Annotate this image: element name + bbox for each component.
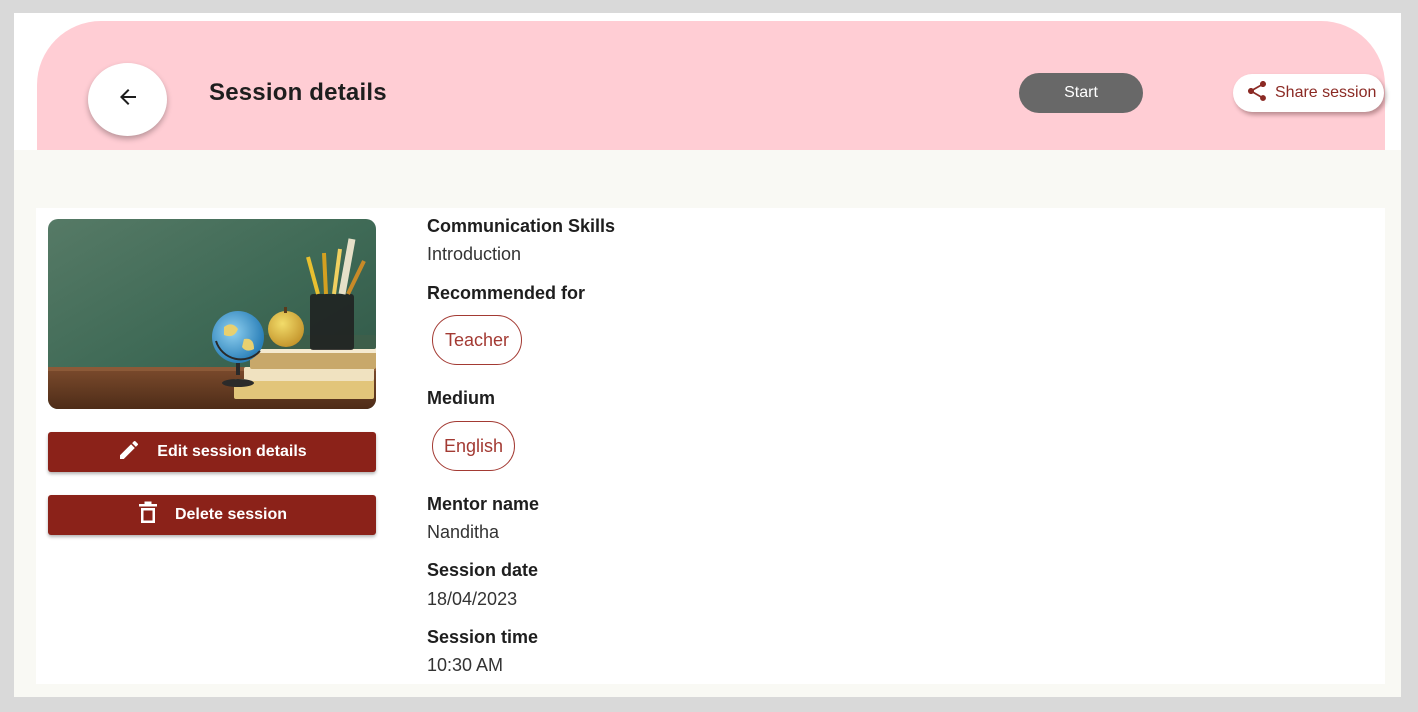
pencil-icon (117, 438, 157, 467)
share-session-button[interactable]: Share session (1233, 74, 1384, 112)
recommended-chip: Teacher (432, 315, 522, 365)
share-icon (1245, 79, 1275, 108)
share-session-label: Share session (1275, 84, 1377, 101)
start-button[interactable]: Start (1019, 73, 1143, 113)
mentor-name-value: Nanditha (427, 522, 500, 542)
app-frame: Session details Start Share session Edit… (14, 13, 1401, 697)
medium-label: Medium (427, 388, 496, 408)
session-content-card: Edit session details Delete session Comm… (36, 208, 1385, 684)
session-title: Communication Skills (427, 216, 616, 236)
trash-icon (137, 501, 175, 530)
back-button[interactable] (88, 63, 167, 136)
session-date-label: Session date (427, 560, 539, 580)
page-title: Session details (209, 79, 387, 106)
mentor-name-label: Mentor name (427, 494, 540, 514)
page-header: Session details Start Share session (37, 21, 1385, 150)
arrow-left-icon (116, 85, 140, 114)
session-date-value: 18/04/2023 (427, 589, 518, 609)
medium-chip: English (432, 421, 515, 471)
delete-session-button[interactable]: Delete session (48, 495, 376, 535)
session-thumbnail-image (48, 219, 376, 409)
edit-session-label: Edit session details (157, 443, 307, 460)
session-subtitle: Introduction (427, 244, 522, 264)
recommended-for-label: Recommended for (427, 283, 586, 303)
edit-session-button[interactable]: Edit session details (48, 432, 376, 472)
delete-session-label: Delete session (174, 506, 288, 523)
session-time-label: Session time (427, 627, 539, 647)
session-time-value: 10:30 AM (427, 655, 504, 675)
